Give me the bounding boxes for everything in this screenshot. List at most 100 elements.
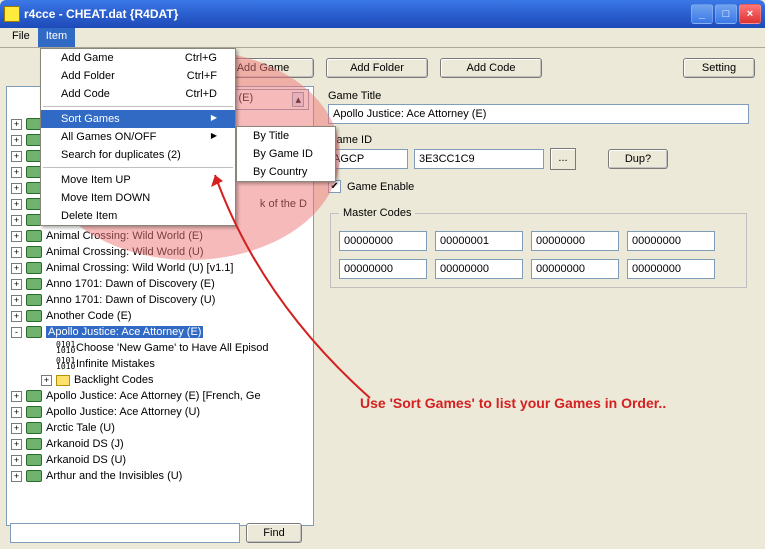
tree-row[interactable]: +Animal Crossing: Wild World (U) [v1.1] [7, 260, 313, 276]
expand-icon[interactable]: + [11, 215, 22, 226]
expand-icon[interactable]: + [11, 247, 22, 258]
add-folder-button[interactable]: Add Folder [326, 58, 428, 78]
expand-icon[interactable]: + [11, 407, 22, 418]
expand-icon[interactable]: + [11, 119, 22, 130]
tree-row[interactable]: +Animal Crossing: Wild World (U) [7, 244, 313, 260]
tree-row[interactable]: + Anno 1701: Dawn of Discovery (E) [7, 276, 313, 292]
ds-icon [26, 278, 42, 290]
menu-separator [43, 167, 233, 168]
tree-label: Arkanoid DS (U) [46, 454, 126, 466]
tree-row[interactable]: + Arthur and the Invisibles (U) [7, 468, 313, 484]
master-code-input-1[interactable] [435, 231, 523, 251]
master-code-input-6[interactable] [531, 259, 619, 279]
menu-add-code[interactable]: Add CodeCtrl+D [41, 85, 235, 103]
tree-row[interactable]: + Arkanoid DS (J) [7, 436, 313, 452]
menu-all-games-onoff[interactable]: All Games ON/OFF [41, 128, 235, 146]
menu-move-down[interactable]: Move Item DOWN [41, 189, 235, 207]
menu-delete-item[interactable]: Delete Item [41, 207, 235, 225]
submenu-by-country[interactable]: By Country [237, 163, 335, 181]
tree-row[interactable]: + Another Code (E) [7, 308, 313, 324]
menu-add-game[interactable]: Add GameCtrl+G [41, 49, 235, 67]
binary-icon: 01011010 [56, 358, 72, 370]
game-title-input[interactable] [328, 104, 749, 124]
master-codes-legend: Master Codes [339, 207, 415, 219]
add-code-button[interactable]: Add Code [440, 58, 542, 78]
tree-label: Arctic Tale (U) [46, 422, 115, 434]
master-code-input-0[interactable] [339, 231, 427, 251]
expand-icon[interactable]: + [11, 199, 22, 210]
ds-icon [26, 438, 42, 450]
expand-icon[interactable]: + [11, 231, 22, 242]
find-input[interactable] [10, 523, 240, 543]
tree-row[interactable]: +Apollo Justice: Ace Attorney (E) [Frenc… [7, 388, 313, 404]
expand-icon[interactable]: + [11, 151, 22, 162]
expand-icon[interactable]: - [11, 327, 22, 338]
expand-icon[interactable]: + [11, 391, 22, 402]
expand-icon[interactable]: + [11, 311, 22, 322]
tree-label: Choose 'New Game' to Have All Episod [76, 342, 269, 354]
setting-button[interactable]: Setting [683, 58, 755, 78]
ds-icon [26, 294, 42, 306]
browse-button[interactable]: ... [550, 148, 576, 170]
expand-icon[interactable]: + [11, 263, 22, 274]
master-code-input-7[interactable] [627, 259, 715, 279]
binary-icon: 01011010 [56, 342, 72, 354]
expand-icon[interactable]: + [11, 167, 22, 178]
tree-label: Animal Crossing: Wild World (E) [46, 230, 203, 242]
menu-add-folder[interactable]: Add FolderCtrl+F [41, 67, 235, 85]
master-code-input-2[interactable] [531, 231, 619, 251]
menu-search-duplicates[interactable]: Search for duplicates (2) [41, 146, 235, 164]
expand-icon[interactable]: + [11, 455, 22, 466]
tree-row[interactable]: 01011010 Infinite Mistakes [7, 356, 313, 372]
tree-label: Arkanoid DS (J) [46, 438, 124, 450]
tree-row[interactable]: +Anno 1701: Dawn of Discovery (U) [7, 292, 313, 308]
master-code-input-5[interactable] [435, 259, 523, 279]
expand-icon[interactable]: + [11, 423, 22, 434]
tree-label: Infinite Mistakes [76, 358, 155, 370]
tree-row[interactable]: + Animal Crossing: Wild World (E) [7, 228, 313, 244]
minimize-button[interactable]: _ [691, 4, 713, 24]
menubar: File Item [0, 28, 765, 48]
dup-button[interactable]: Dup? [608, 149, 668, 169]
tree-row[interactable]: -Apollo Justice: Ace Attorney (E) [7, 324, 313, 340]
menu-file[interactable]: File [4, 28, 38, 47]
ds-icon [26, 470, 42, 482]
expand-icon[interactable]: + [11, 295, 22, 306]
ds-icon [26, 406, 42, 418]
expand-icon[interactable]: + [11, 279, 22, 290]
maximize-button[interactable]: □ [715, 4, 737, 24]
game-enable-checkbox[interactable]: ✔ Game Enable [328, 180, 749, 193]
expand-icon[interactable]: + [11, 135, 22, 146]
tree-row[interactable]: + Arctic Tale (U) [7, 420, 313, 436]
tree-row[interactable]: + Arkanoid DS (U) [7, 452, 313, 468]
find-button[interactable]: Find [246, 523, 302, 543]
game-id1-input[interactable] [328, 149, 408, 169]
master-code-input-4[interactable] [339, 259, 427, 279]
dropdown-arrow-icon[interactable]: ▴ [292, 92, 304, 107]
tree-row[interactable]: +Apollo Justice: Ace Attorney (U) [7, 404, 313, 420]
tree-row[interactable]: +Backlight Codes [7, 372, 313, 388]
ds-icon [26, 262, 42, 274]
close-button[interactable]: × [739, 4, 761, 24]
menu-item[interactable]: Item [38, 28, 75, 47]
ds-icon [26, 310, 42, 322]
expand-icon[interactable]: + [11, 471, 22, 482]
master-code-input-3[interactable] [627, 231, 715, 251]
tree-label: Another Code (E) [46, 310, 132, 322]
tree-row[interactable]: 01011010 Choose 'New Game' to Have All Ep… [7, 340, 313, 356]
tree-label: Arthur and the Invisibles (U) [46, 470, 182, 482]
master-codes-fieldset: Master Codes [330, 207, 747, 288]
details-panel: Game Title Game ID ... Dup? ✔ Game Enabl… [322, 86, 755, 526]
ds-icon [26, 246, 42, 258]
menu-separator [43, 106, 233, 107]
expand-icon[interactable]: + [41, 375, 52, 386]
game-id2-input[interactable] [414, 149, 544, 169]
tree-label: Anno 1701: Dawn of Discovery (E) [46, 278, 215, 290]
expand-icon[interactable]: + [11, 183, 22, 194]
menu-sort-games[interactable]: Sort Games [41, 110, 235, 128]
menu-move-up[interactable]: Move Item UP [41, 171, 235, 189]
submenu-by-title[interactable]: By Title [237, 127, 335, 145]
submenu-by-game-id[interactable]: By Game ID [237, 145, 335, 163]
expand-icon[interactable]: + [11, 439, 22, 450]
folder-icon [56, 375, 70, 386]
